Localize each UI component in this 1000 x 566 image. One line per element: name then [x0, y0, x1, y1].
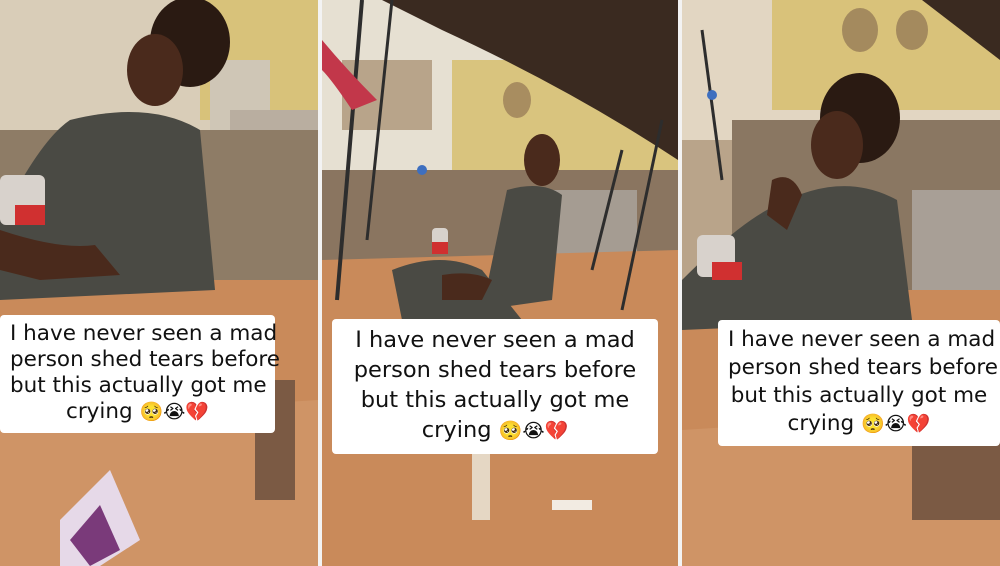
caption-line-4: crying 🥺😭💔 — [10, 399, 265, 425]
caption-line-2: person shed tears before — [353, 357, 637, 383]
collage-panel-middle: I have never seen a mad person shed tear… — [322, 0, 678, 566]
caption-word-crying: crying — [787, 411, 855, 436]
photo-collage: I have never seen a mad person shed tear… — [0, 0, 1000, 566]
caption-line-2: person shed tears before — [728, 355, 998, 380]
caption-box-middle: I have never seen a mad person shed tear… — [332, 319, 658, 454]
caption-line-1: I have never seen a mad — [355, 327, 635, 353]
caption-word-crying: crying — [66, 399, 133, 424]
caption-line-1: I have never seen a mad — [10, 321, 278, 346]
emoji-group: 🥺😭💔 — [498, 420, 569, 442]
caption-line-4: crying 🥺😭💔 — [728, 410, 990, 438]
caption-line-3: but this actually got me — [360, 387, 630, 413]
caption-line-3: but this actually got me — [10, 373, 267, 398]
collage-panel-left: I have never seen a mad person shed tear… — [0, 0, 318, 566]
scene-photo-left — [0, 0, 318, 566]
collage-panel-right: I have never seen a mad person shed tear… — [682, 0, 1000, 566]
caption-line-2: person shed tears before — [10, 347, 280, 372]
emoji-group: 🥺😭💔 — [860, 413, 931, 435]
caption-word-crying: crying — [421, 417, 492, 443]
caption-line-3: but this actually got me — [730, 383, 988, 408]
caption-box-right: I have never seen a mad person shed tear… — [718, 320, 1000, 446]
emoji-group: 🥺😭💔 — [139, 401, 209, 423]
caption-line-4: crying 🥺😭💔 — [342, 415, 648, 446]
caption-box-left: I have never seen a mad person shed tear… — [0, 315, 280, 433]
scene-photo-middle — [322, 0, 678, 566]
caption-line-1: I have never seen a mad — [728, 327, 996, 352]
scene-photo-right — [682, 0, 1000, 566]
